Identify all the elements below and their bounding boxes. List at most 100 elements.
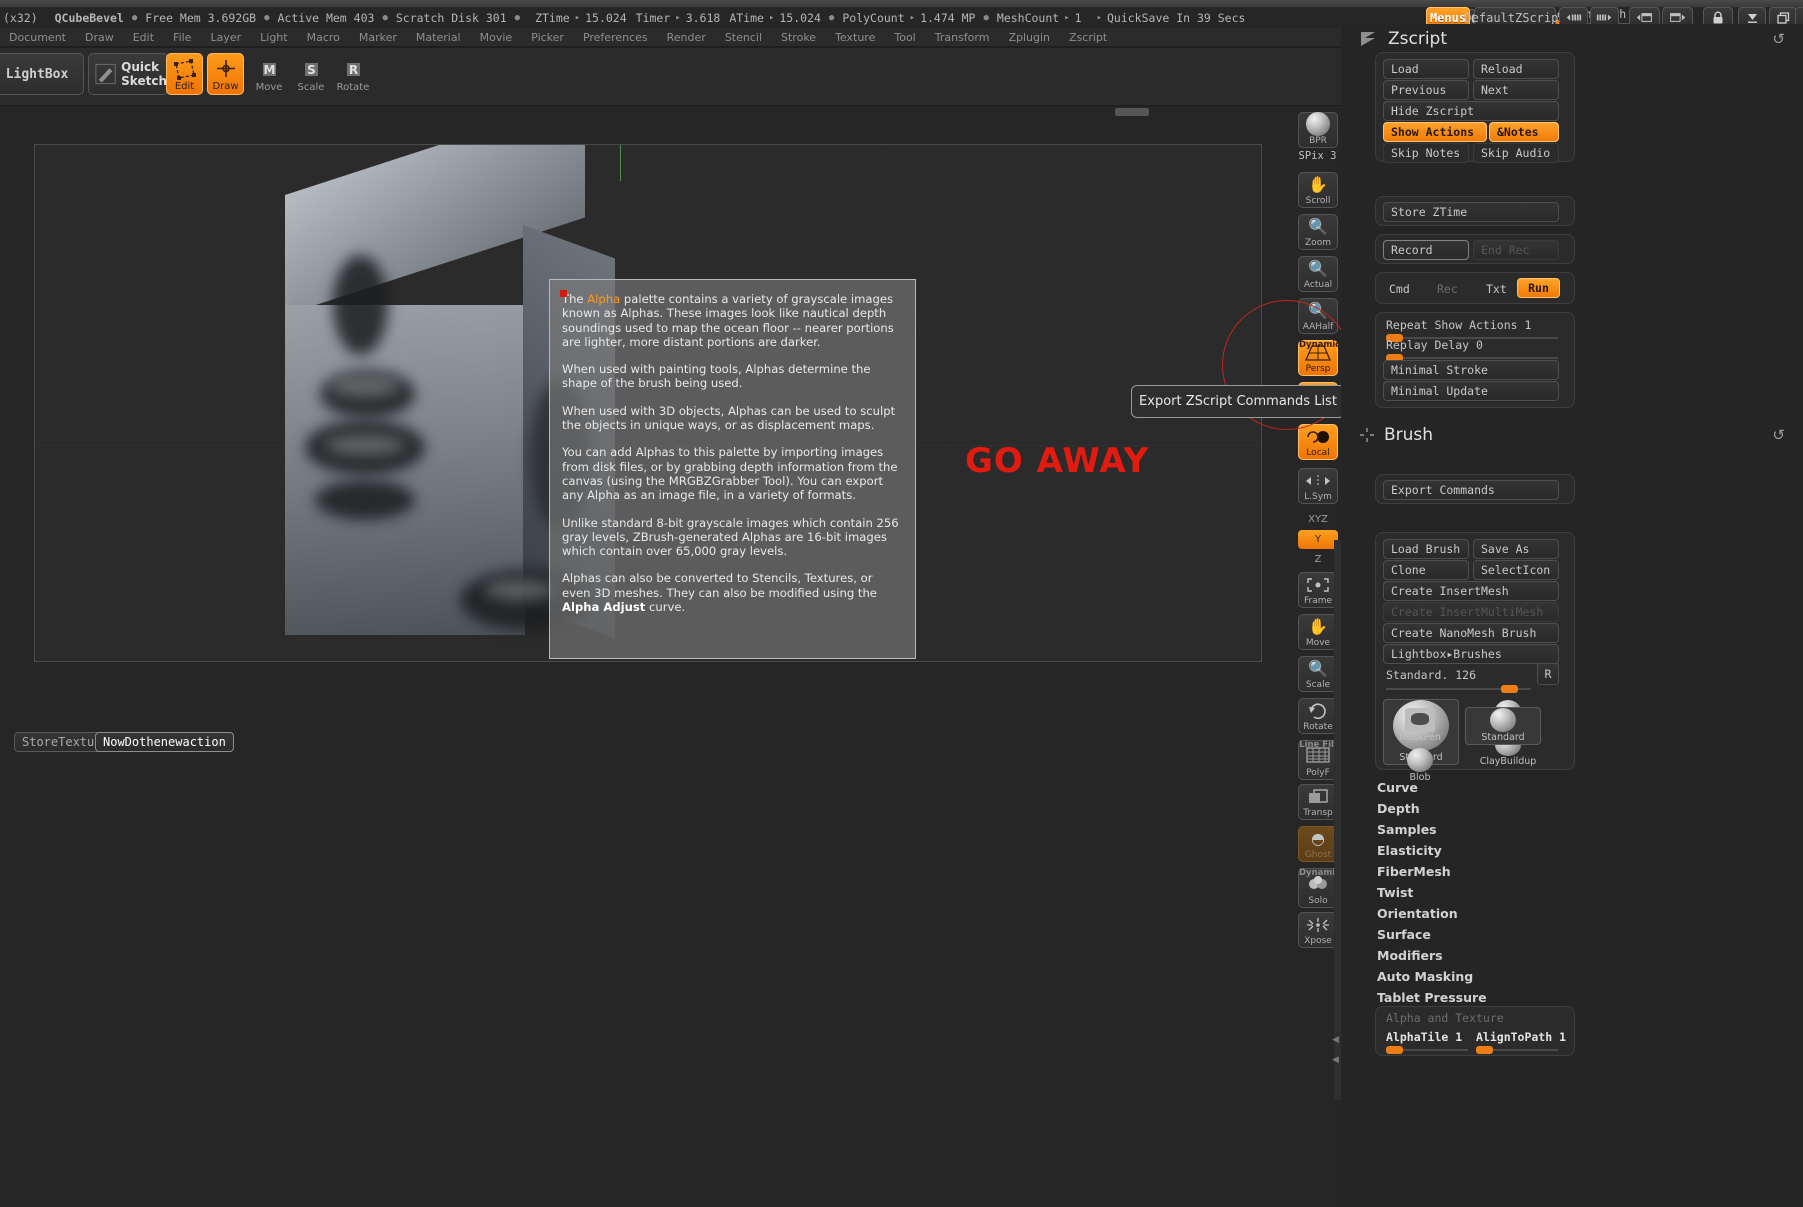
skip-notes-button[interactable]: Skip Notes — [1383, 143, 1469, 163]
replay-delay-track[interactable] — [1386, 357, 1558, 359]
brush-item-standard[interactable]: Standard — [1465, 707, 1541, 745]
brush-section-depth[interactable]: Depth — [1377, 801, 1420, 816]
cmd-tab[interactable]: Cmd — [1389, 282, 1410, 296]
actual-size-button[interactable]: 🔍 Actual — [1298, 256, 1338, 292]
xpose-button[interactable]: Xpose — [1298, 912, 1338, 948]
select-icon-button[interactable]: SelectIcon — [1473, 560, 1559, 580]
axis-xyz-button[interactable]: XYZ — [1298, 510, 1338, 529]
brush-section-surface[interactable]: Surface — [1377, 927, 1431, 942]
quick-sketch-button[interactable]: Quick Sketch — [88, 53, 168, 95]
brush-section-elasticity[interactable]: Elasticity — [1377, 843, 1442, 858]
reset-icon[interactable]: ↺ — [1772, 30, 1785, 48]
menu-item-light[interactable]: Light — [251, 29, 296, 46]
brush-section-auto-masking[interactable]: Auto Masking — [1377, 969, 1473, 984]
brush-section-twist[interactable]: Twist — [1377, 885, 1413, 900]
menu-item-zscript[interactable]: Zscript — [1060, 29, 1116, 46]
panel-collapse-icon-2[interactable]: ◀ — [1332, 1055, 1339, 1065]
zscript-note-dialog[interactable]: The Alpha palette contains a variety of … — [549, 279, 916, 659]
menu-item-tool[interactable]: Tool — [885, 29, 924, 46]
end-rec-button[interactable]: End Rec — [1473, 240, 1559, 260]
menu-item-render[interactable]: Render — [658, 29, 715, 46]
menu-item-draw[interactable]: Draw — [76, 29, 123, 46]
show-actions-button[interactable]: Show Actions — [1383, 122, 1487, 142]
ghost-button[interactable]: ◓ Ghost — [1298, 826, 1338, 862]
scroll-button[interactable]: ✋ Scroll — [1298, 172, 1338, 208]
notes-button[interactable]: &Notes — [1489, 122, 1559, 142]
hide-zscript-button[interactable]: Hide Zscript — [1383, 101, 1559, 121]
menu-item-document[interactable]: Document — [0, 29, 75, 46]
save-as-button[interactable]: Save As — [1473, 539, 1559, 559]
menu-item-file[interactable]: File — [164, 29, 200, 46]
zscript-next-button[interactable]: Next — [1473, 80, 1559, 100]
edit-mode-button[interactable]: Edit — [166, 53, 203, 95]
align-to-path-knob[interactable] — [1476, 1046, 1493, 1054]
menu-item-texture[interactable]: Texture — [826, 29, 884, 46]
create-nanomesh-button[interactable]: Create NanoMesh Brush — [1383, 623, 1559, 643]
menu-item-material[interactable]: Material — [407, 29, 470, 46]
menu-item-zplugin[interactable]: Zplugin — [999, 29, 1059, 46]
brush-reset-icon[interactable]: ↺ — [1772, 426, 1785, 444]
menu-item-macro[interactable]: Macro — [298, 29, 349, 46]
brush-panel-header[interactable]: Brush ↺ — [1341, 420, 1803, 450]
record-button[interactable]: Record — [1383, 240, 1469, 260]
right-panel-scrollbar[interactable] — [1334, 540, 1341, 1100]
brush-item-maskpen[interactable]: MaskPen — [1382, 707, 1458, 745]
run-button[interactable]: Run — [1517, 278, 1560, 298]
bpr-render-button[interactable]: BPR — [1298, 112, 1338, 148]
rotate-mode-button[interactable]: R Rotate — [333, 53, 373, 95]
brush-section-fibermesh[interactable]: FiberMesh — [1377, 864, 1451, 879]
load-brush-button[interactable]: Load Brush — [1383, 539, 1469, 559]
zscript-previous-button[interactable]: Previous — [1383, 80, 1469, 100]
scale-mode-button[interactable]: S Scale — [291, 53, 331, 95]
menu-item-edit[interactable]: Edit — [124, 29, 163, 46]
zscript-load-button[interactable]: Load — [1383, 59, 1469, 79]
brush-r-key-button[interactable]: R — [1537, 663, 1559, 685]
scale-gizmo-button[interactable]: 🔍 Scale — [1298, 656, 1338, 692]
rotate-gizmo-button[interactable]: Rotate — [1298, 698, 1338, 734]
create-insertmesh-button[interactable]: Create InsertMesh — [1383, 581, 1559, 601]
create-insertmultimesh-button[interactable]: Create InsertMultiMesh — [1383, 602, 1559, 622]
now-do-the-new-action-button[interactable]: NowDothenewaction — [95, 732, 234, 752]
panel-collapse-icon[interactable]: ◀ — [1332, 1035, 1339, 1045]
store-ztime-button[interactable]: Store ZTime — [1383, 202, 1559, 222]
zscript-panel-header[interactable]: Zscript ↺ — [1341, 24, 1803, 54]
polyframe-button[interactable]: Line Fill PolyF — [1298, 740, 1338, 780]
menu-item-stencil[interactable]: Stencil — [716, 29, 771, 46]
canvas-scroll-handle[interactable] — [1115, 108, 1149, 116]
minimal-stroke-button[interactable]: Minimal Stroke — [1383, 360, 1559, 380]
transparency-button[interactable]: Transp — [1298, 784, 1338, 820]
axis-y-button[interactable]: Y — [1298, 530, 1338, 549]
frame-button[interactable]: Frame — [1298, 572, 1338, 608]
brush-section-curve[interactable]: Curve — [1377, 780, 1418, 795]
menu-item-stroke[interactable]: Stroke — [772, 29, 825, 46]
clone-button[interactable]: Clone — [1383, 560, 1469, 580]
solo-button[interactable]: Dynamic Solo — [1298, 868, 1338, 908]
menu-item-movie[interactable]: Movie — [471, 29, 522, 46]
menu-item-layer[interactable]: Layer — [201, 29, 250, 46]
rec-tab[interactable]: Rec — [1437, 282, 1458, 296]
menu-item-picker[interactable]: Picker — [522, 29, 573, 46]
export-commands-button[interactable]: Export Commands — [1383, 480, 1559, 500]
brush-section-samples[interactable]: Samples — [1377, 822, 1437, 837]
brush-section-tablet-pressure[interactable]: Tablet Pressure — [1377, 990, 1487, 1005]
menu-item-marker[interactable]: Marker — [350, 29, 406, 46]
txt-tab[interactable]: Txt — [1486, 282, 1507, 296]
draw-mode-button[interactable]: Draw — [207, 53, 244, 95]
brush-section-modifiers[interactable]: Modifiers — [1377, 948, 1443, 963]
minimal-update-button[interactable]: Minimal Update — [1383, 381, 1559, 401]
move-gizmo-button[interactable]: ✋ Move — [1298, 614, 1338, 650]
alpha-tile-knob[interactable] — [1386, 1046, 1403, 1054]
axis-z-button[interactable]: Z — [1298, 550, 1338, 569]
zoom-button[interactable]: 🔍 Zoom — [1298, 214, 1338, 250]
local-symmetry-button[interactable]: L.Sym — [1298, 468, 1338, 504]
lightbox-button[interactable]: LightBox — [0, 53, 84, 95]
menu-item-preferences[interactable]: Preferences — [574, 29, 657, 46]
brush-size-knob[interactable] — [1501, 685, 1518, 693]
local-pivot-button[interactable]: Local — [1298, 424, 1338, 460]
menu-item-transform[interactable]: Transform — [926, 29, 999, 46]
skip-audio-button[interactable]: Skip Audio — [1473, 143, 1559, 163]
brush-section-orientation[interactable]: Orientation — [1377, 906, 1458, 921]
zscript-reload-button[interactable]: Reload — [1473, 59, 1559, 79]
lightbox-brushes-button[interactable]: Lightbox▸Brushes — [1383, 644, 1559, 664]
move-mode-button[interactable]: M Move — [249, 53, 289, 95]
